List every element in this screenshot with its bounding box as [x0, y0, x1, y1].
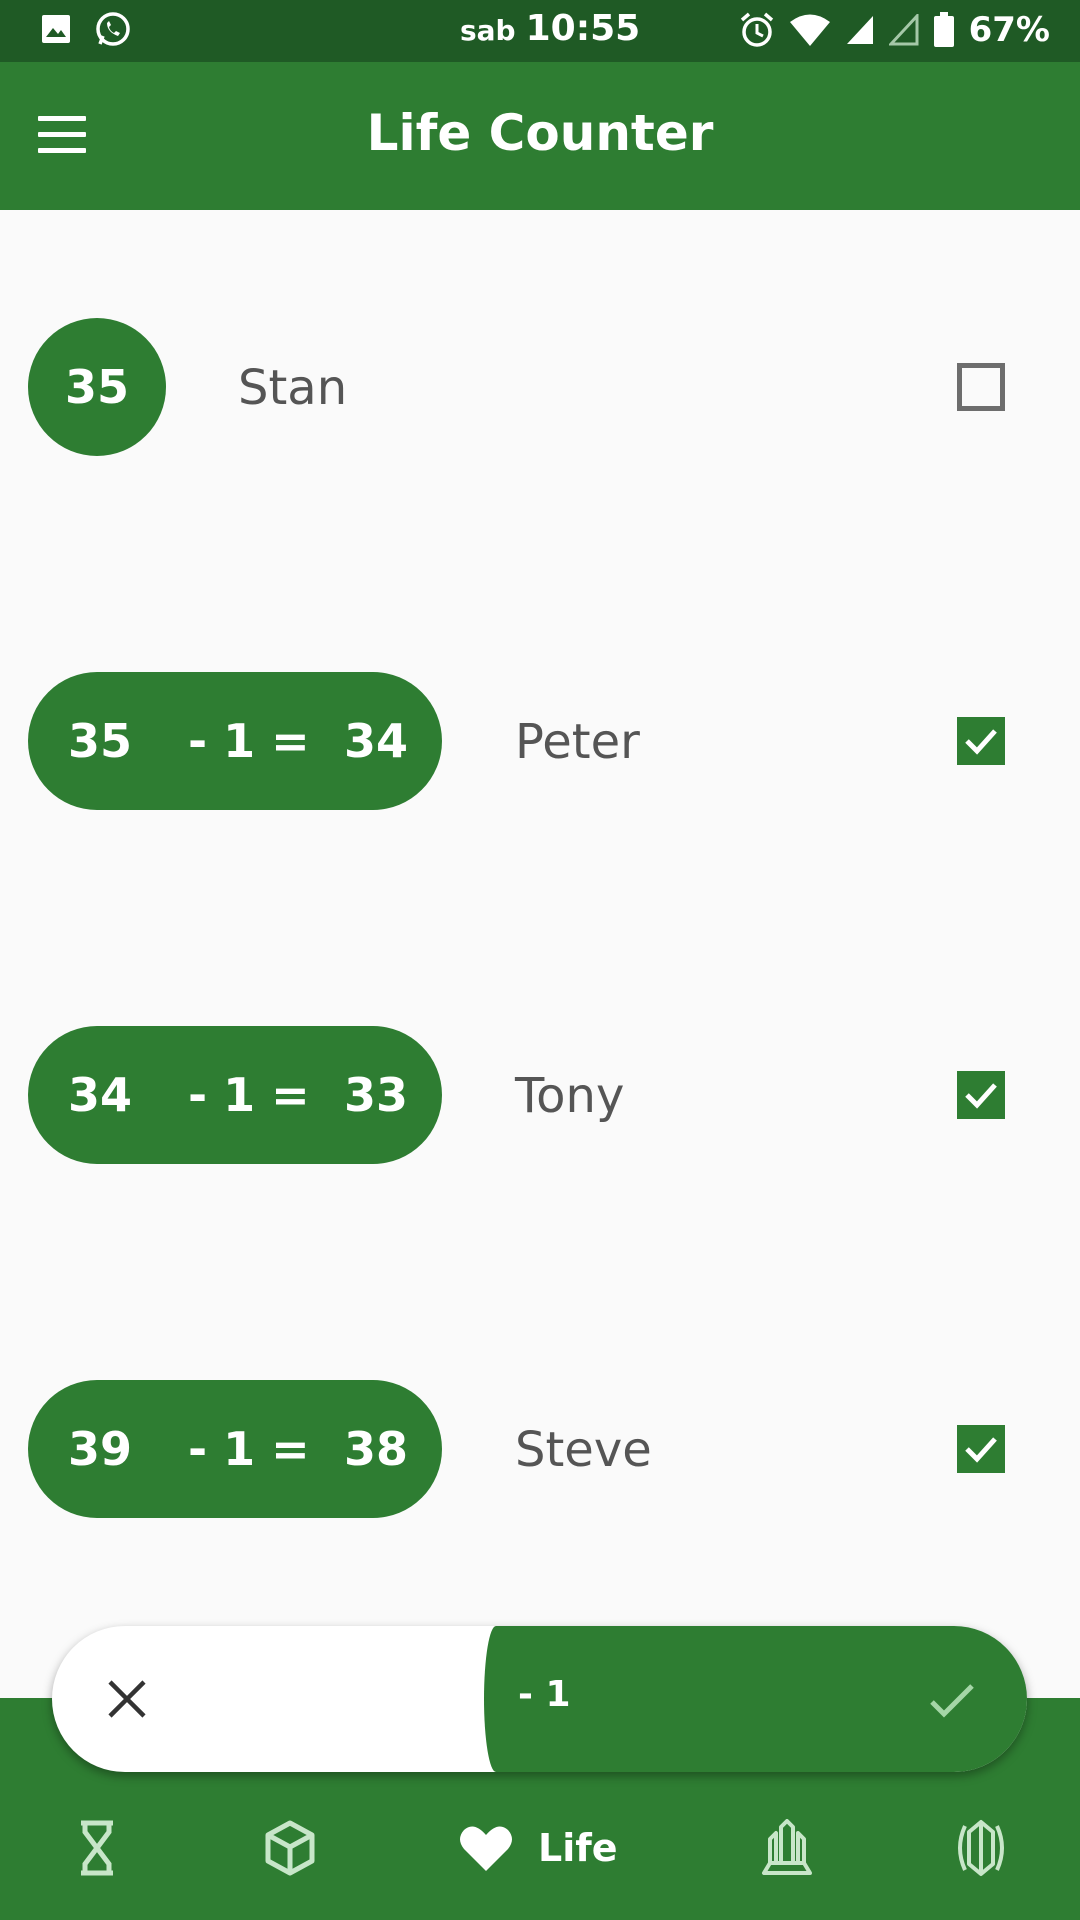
- monument-icon: [762, 1819, 812, 1875]
- life-operation: - 1 =: [188, 714, 310, 768]
- life-old-value: 34: [68, 1068, 133, 1122]
- nav-item-dice[interactable]: [264, 1818, 316, 1878]
- player-checkbox[interactable]: [957, 1071, 1005, 1119]
- life-old-value: 35: [68, 714, 133, 768]
- player-name: Steve: [515, 1422, 652, 1478]
- player-checkbox[interactable]: [957, 1425, 1005, 1473]
- check-icon: [965, 1437, 997, 1463]
- signal-icon: [846, 16, 873, 44]
- life-new-value: 38: [344, 1422, 409, 1476]
- status-clock: sab 10:55: [460, 8, 640, 49]
- cube-icon: [265, 1820, 315, 1876]
- whatsapp-icon: [96, 12, 130, 46]
- nav-item-timer[interactable]: [76, 1818, 118, 1878]
- cancel-button[interactable]: [104, 1676, 150, 1722]
- player-checkbox[interactable]: [957, 717, 1005, 765]
- confirm-button[interactable]: [926, 1674, 978, 1726]
- life-new-value: 33: [344, 1068, 409, 1122]
- life-operation: - 1 =: [188, 1422, 310, 1476]
- player-name: Stan: [238, 360, 348, 416]
- heart-icon: [460, 1826, 512, 1871]
- app-bar: Life Counter: [0, 62, 1080, 210]
- life-change-pill[interactable]: 35 - 1 = 34: [28, 672, 442, 810]
- player-name: Tony: [515, 1068, 625, 1124]
- nav-item-crest[interactable]: [953, 1818, 1009, 1878]
- status-left-icons: [40, 10, 132, 48]
- status-right-icons: 67%: [739, 10, 1050, 50]
- crest-icon: [958, 1820, 1004, 1876]
- nav-label-life: Life: [538, 1826, 618, 1870]
- life-operation: - 1 =: [188, 1068, 310, 1122]
- life-change-pill[interactable]: 34 - 1 = 33: [28, 1026, 442, 1164]
- life-change-pill[interactable]: 39 - 1 = 38: [28, 1380, 442, 1518]
- player-row-stan[interactable]: 35 Stan: [0, 318, 1080, 458]
- life-change-bar: - 1: [52, 1626, 1027, 1772]
- check-icon: [930, 1684, 974, 1718]
- gallery-icon: [42, 15, 70, 43]
- wifi-icon: [789, 14, 830, 46]
- nav-item-monument[interactable]: [760, 1818, 814, 1878]
- battery-percent: 67%: [968, 10, 1050, 50]
- status-day: sab: [460, 14, 516, 47]
- life-badge[interactable]: 35: [28, 318, 166, 456]
- player-name: Peter: [515, 714, 640, 770]
- player-row-steve[interactable]: 39 - 1 = 38 Steve: [0, 1380, 1080, 1520]
- life-old-value: 39: [68, 1422, 133, 1476]
- status-time: 10:55: [525, 8, 641, 49]
- status-bar: sab 10:55 67%: [0, 0, 1080, 62]
- check-icon: [965, 729, 997, 755]
- signal-empty-icon: [888, 14, 919, 46]
- player-checkbox[interactable]: [957, 363, 1005, 411]
- player-row-peter[interactable]: 35 - 1 = 34 Peter: [0, 672, 1080, 812]
- close-icon: [108, 1680, 146, 1718]
- life-change-value[interactable]: - 1: [518, 1674, 571, 1715]
- life-value: 35: [64, 360, 129, 414]
- life-new-value: 34: [344, 714, 409, 768]
- check-icon: [965, 1083, 997, 1109]
- battery-icon: [933, 12, 954, 47]
- nav-item-life[interactable]: Life: [458, 1818, 618, 1878]
- page-title: Life Counter: [366, 104, 714, 162]
- player-row-tony[interactable]: 34 - 1 = 33 Tony: [0, 1026, 1080, 1166]
- hourglass-icon: [81, 1820, 113, 1876]
- alarm-icon: [740, 12, 773, 47]
